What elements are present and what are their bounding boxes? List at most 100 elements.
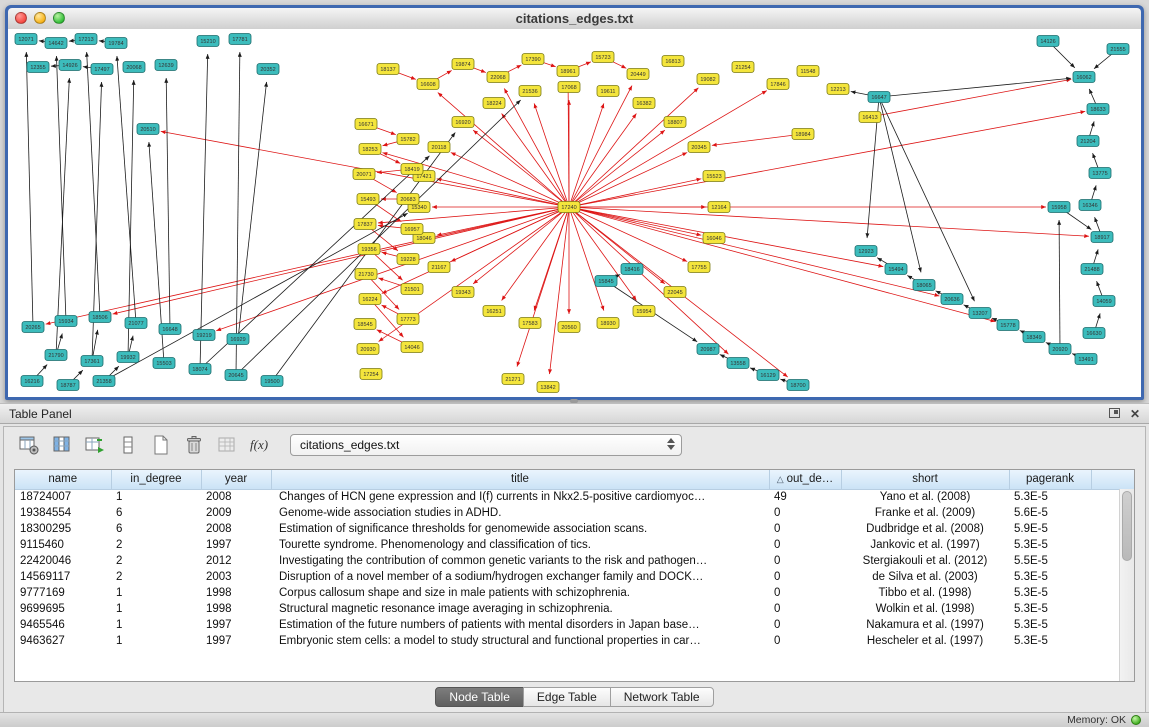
graph-edge[interactable] xyxy=(569,114,636,207)
graph-node[interactable]: 18930 xyxy=(597,318,619,329)
table-import-icon[interactable] xyxy=(82,432,108,458)
graph-node[interactable]: 22045 xyxy=(664,287,686,298)
graph-node[interactable]: 14926 xyxy=(59,60,81,71)
graph-node[interactable]: 16920 xyxy=(452,117,474,128)
graph-node[interactable]: 12071 xyxy=(15,34,37,45)
graph-node[interactable]: 12355 xyxy=(27,62,49,73)
graph-node[interactable]: 14046 xyxy=(401,342,423,353)
graph-edge[interactable] xyxy=(437,179,569,207)
graph-node[interactable]: 18224 xyxy=(483,98,505,109)
network-graph[interactable]: 1724012164160461775522045159541893020560… xyxy=(8,29,1141,397)
table-row[interactable]: 1872400712008Changes of HCN gene express… xyxy=(15,489,1134,505)
graph-node[interactable]: 14126 xyxy=(1037,36,1059,47)
graph-edge[interactable] xyxy=(473,130,569,207)
graph-node[interactable]: 21501 xyxy=(401,284,423,295)
minimize-window-button[interactable] xyxy=(34,12,46,24)
graph-node[interactable]: 19932 xyxy=(117,352,139,363)
graph-node[interactable]: 15782 xyxy=(397,134,419,145)
graph-node[interactable]: 18506 xyxy=(89,312,111,323)
graph-node[interactable]: 18545 xyxy=(354,319,376,330)
graph-node[interactable]: 20449 xyxy=(627,69,649,80)
graph-node[interactable]: 21536 xyxy=(519,86,541,97)
graph-node[interactable]: 15210 xyxy=(197,36,219,47)
table-selector-dropdown[interactable]: citations_edges.txt xyxy=(290,434,682,456)
graph-node[interactable]: 20636 xyxy=(941,294,963,305)
graph-node[interactable]: 17781 xyxy=(229,34,251,45)
tab-edge-table[interactable]: Edge Table xyxy=(523,687,611,707)
graph-node[interactable]: 15723 xyxy=(592,52,614,63)
column-header-year[interactable]: year xyxy=(201,470,271,489)
graph-edge[interactable] xyxy=(569,207,701,235)
graph-node[interactable]: 16929 xyxy=(227,334,249,345)
graph-node[interactable]: 18253 xyxy=(359,144,381,155)
graph-edge[interactable] xyxy=(26,52,33,327)
graph-edge[interactable] xyxy=(517,207,569,367)
graph-node[interactable]: 18349 xyxy=(1023,332,1045,343)
function-icon[interactable]: f(x) xyxy=(247,432,273,458)
graph-node[interactable]: 20071 xyxy=(353,169,375,180)
table-row[interactable]: 1456911722003Disruption of a novel membe… xyxy=(15,569,1134,585)
graph-node[interactable]: 16216 xyxy=(21,376,43,387)
graph-node[interactable]: 20920 xyxy=(1049,344,1071,355)
column-header-title[interactable]: title xyxy=(271,470,769,489)
graph-node[interactable]: 13775 xyxy=(1089,168,1111,179)
graph-node[interactable]: 18807 xyxy=(664,117,686,128)
graph-node[interactable]: 18065 xyxy=(913,280,935,291)
graph-node[interactable]: 20987 xyxy=(697,344,719,355)
graph-node[interactable]: 17837 xyxy=(354,219,376,230)
graph-node[interactable]: 16346 xyxy=(1079,200,1101,211)
table-row[interactable]: 977716911998Corpus callosum shape and si… xyxy=(15,585,1134,601)
graph-node[interactable]: 21204 xyxy=(1077,136,1099,147)
graph-node[interactable]: 17497 xyxy=(91,64,113,75)
graph-edge[interactable] xyxy=(569,130,665,207)
graph-node[interactable]: 21271 xyxy=(502,374,524,385)
graph-node[interactable]: 19082 xyxy=(697,74,719,85)
graph-node[interactable]: 13207 xyxy=(969,308,991,319)
graph-node[interactable]: 15778 xyxy=(997,320,1019,331)
close-panel-icon[interactable]: ✕ xyxy=(1130,408,1140,420)
graph-edge[interactable] xyxy=(56,78,69,355)
graph-node[interactable]: 19784 xyxy=(105,38,127,49)
graph-node[interactable]: 17254 xyxy=(360,369,382,380)
graph-node[interactable]: 18984 xyxy=(792,129,814,140)
graph-node[interactable]: 20118 xyxy=(428,142,450,153)
graph-node[interactable]: 16957 xyxy=(401,224,423,235)
graph-node[interactable]: 19343 xyxy=(452,287,474,298)
graph-node[interactable]: 21167 xyxy=(428,262,450,273)
graph-node[interactable]: 17361 xyxy=(81,356,103,367)
graph-node[interactable]: 17068 xyxy=(558,82,580,93)
table-scrollbar[interactable] xyxy=(1119,489,1134,681)
graph-node[interactable]: 18633 xyxy=(1087,104,1109,115)
column-header-in_degree[interactable]: in_degree xyxy=(111,470,201,489)
table-row[interactable]: 946554611997Estimation of the future num… xyxy=(15,617,1134,633)
graph-node[interactable]: 19500 xyxy=(261,376,283,387)
tab-network-table[interactable]: Network Table xyxy=(610,687,714,707)
graph-node[interactable]: 12164 xyxy=(708,202,730,213)
graph-node[interactable]: 20510 xyxy=(137,124,159,135)
graph-node[interactable]: 16382 xyxy=(633,98,655,109)
graph-edge[interactable] xyxy=(166,78,170,329)
table-row[interactable]: 2242004622012Investigating the contribut… xyxy=(15,553,1134,569)
graph-edge[interactable] xyxy=(712,134,803,145)
graph-node[interactable]: 20683 xyxy=(397,194,419,205)
table-row[interactable]: 969969511998Structural magnetic resonanc… xyxy=(15,601,1134,617)
graph-node[interactable]: 14059 xyxy=(1093,296,1115,307)
graph-edge[interactable] xyxy=(569,179,701,207)
graph-node[interactable]: 19219 xyxy=(193,330,215,341)
select-columns-icon[interactable] xyxy=(49,432,75,458)
graph-node[interactable]: 21790 xyxy=(45,350,67,361)
graph-edge[interactable] xyxy=(113,207,569,314)
graph-edge[interactable] xyxy=(56,56,66,321)
graph-node[interactable]: 18419 xyxy=(401,164,423,175)
graph-node[interactable]: 16046 xyxy=(703,233,725,244)
graph-node[interactable]: 17213 xyxy=(75,34,97,45)
column-header-short[interactable]: short xyxy=(841,470,1009,489)
graph-edge[interactable] xyxy=(1059,220,1060,349)
graph-edge[interactable] xyxy=(569,91,767,207)
column-header-pagerank[interactable]: pagerank xyxy=(1009,470,1091,489)
graph-node[interactable]: 16251 xyxy=(483,306,505,317)
float-panel-icon[interactable] xyxy=(1109,408,1120,420)
graph-node[interactable]: 17390 xyxy=(522,54,544,65)
graph-node[interactable]: 15523 xyxy=(703,171,725,182)
graph-node[interactable]: 14642 xyxy=(45,38,67,49)
